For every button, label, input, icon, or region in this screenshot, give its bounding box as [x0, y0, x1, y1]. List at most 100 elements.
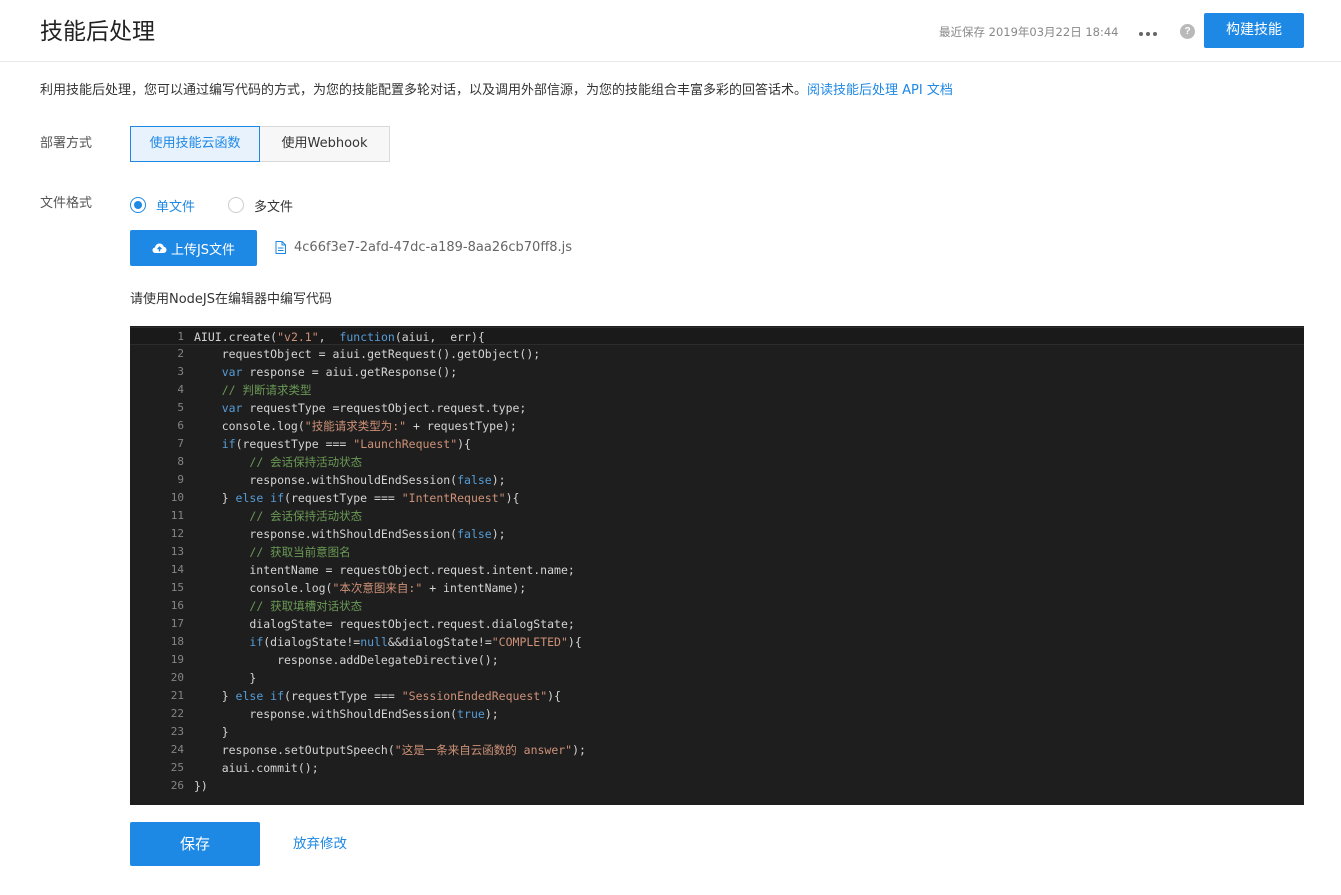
code-line[interactable]: 17 dialogState= requestObject.request.di…	[130, 615, 1304, 633]
code-text: response.withShouldEndSession(false);	[194, 527, 506, 541]
code-text: response.withShouldEndSession(false);	[194, 473, 506, 487]
line-number: 16	[170, 599, 184, 612]
line-number: 12	[170, 527, 184, 540]
code-text: } else if(requestType === "IntentRequest…	[194, 491, 520, 505]
description: 利用技能后处理，您可以通过编写代码的方式，为您的技能配置多轮对话，以及调用外部信…	[40, 82, 953, 100]
code-line[interactable]: 22 response.withShouldEndSession(true);	[130, 705, 1304, 723]
code-text: console.log("本次意图来自:" + intentName);	[194, 581, 527, 595]
line-number: 9	[177, 473, 184, 486]
code-line[interactable]: 4 // 判断请求类型	[130, 381, 1304, 399]
code-line[interactable]: 18 if(dialogState!=null&&dialogState!="C…	[130, 633, 1304, 651]
radio-checked-icon	[130, 197, 146, 213]
code-lines: 1 AIUI.create("v2.1", function(aiui, err)…	[130, 326, 1304, 795]
line-number: 4	[177, 383, 184, 396]
deploy-option-cloud-function[interactable]: 使用技能云函数	[130, 126, 260, 162]
code-line[interactable]: 12 response.withShouldEndSession(false);	[130, 525, 1304, 543]
code-line[interactable]: 13 // 获取当前意图名	[130, 543, 1304, 561]
upload-js-button[interactable]: 上传JS文件	[130, 230, 257, 266]
code-line[interactable]: 15 console.log("本次意图来自:" + intentName);	[130, 579, 1304, 597]
code-text: }	[194, 725, 229, 739]
discard-changes-link[interactable]: 放弃修改	[293, 835, 347, 853]
line-number: 5	[177, 401, 184, 414]
code-text: aiui.commit();	[194, 761, 319, 775]
radio-multi-file-label: 多文件	[254, 199, 294, 215]
code-text: var response = aiui.getResponse();	[221, 365, 458, 379]
radio-single-file-label: 单文件	[156, 199, 196, 215]
line-number: 10	[170, 491, 184, 504]
code-line[interactable]: 20 }	[130, 669, 1304, 687]
code-text: response.setOutputSpeech("这是一条来自云函数的 ans…	[194, 743, 586, 757]
code-text: // 会话保持活动状态	[249, 509, 363, 523]
code-line[interactable]: 21 } else if(requestType === "SessionEnd…	[130, 687, 1304, 705]
last-saved-text: 最近保存 2019年03月22日 18:44	[939, 25, 1119, 39]
code-text: requestObject = aiui.getRequest().getObj…	[194, 347, 541, 361]
editor-hint: 请使用NodeJS在编辑器中编写代码	[130, 292, 333, 307]
line-number: 19	[170, 653, 184, 666]
build-skill-button[interactable]: 构建技能	[1204, 13, 1304, 48]
line-number: 25	[170, 761, 184, 774]
code-text: intentName = requestObject.request.inten…	[194, 563, 575, 577]
code-line[interactable]: 26})	[130, 777, 1304, 795]
code-text: // 会话保持活动状态	[249, 455, 363, 469]
radio-single-file[interactable]: 单文件	[130, 196, 196, 215]
line-number: 24	[170, 743, 184, 756]
uploaded-file-name: 4c66f3e7-2afd-47dc-a189-8aa26cb70ff8.js	[294, 239, 573, 255]
header-bar: 技能后处理 最近保存 2019年03月22日 18:44 ? 构建技能	[0, 0, 1341, 62]
code-text: response.withShouldEndSession(true);	[194, 707, 499, 721]
code-text: if(requestType === "LaunchRequest"){	[221, 437, 471, 451]
radio-multi-file[interactable]: 多文件	[228, 196, 294, 215]
line-number: 26	[170, 779, 184, 792]
code-line[interactable]: 23 }	[130, 723, 1304, 741]
code-text: dialogState= requestObject.request.dialo…	[194, 617, 575, 631]
code-text: var requestType =requestObject.request.t…	[221, 401, 527, 415]
code-line[interactable]: 3 var response = aiui.getResponse();	[130, 363, 1304, 381]
code-text: // 判断请求类型	[221, 383, 312, 397]
api-docs-link[interactable]: 阅读技能后处理 API 文档	[807, 83, 953, 98]
code-line[interactable]: 25 aiui.commit();	[130, 759, 1304, 777]
line-number: 21	[170, 689, 184, 702]
help-icon[interactable]: ?	[1180, 24, 1195, 39]
code-line[interactable]: 19 response.addDelegateDirective();	[130, 651, 1304, 669]
line-number: 2	[177, 347, 184, 360]
code-text: }	[194, 671, 257, 685]
deploy-option-webhook[interactable]: 使用Webhook	[260, 126, 390, 162]
line-number: 15	[170, 581, 184, 594]
page-title: 技能后处理	[40, 19, 155, 45]
code-line[interactable]: 11 // 会话保持活动状态	[130, 507, 1304, 525]
cloud-upload-icon	[152, 243, 167, 253]
code-line[interactable]: 7 if(requestType === "LaunchRequest"){	[130, 435, 1304, 453]
code-line[interactable]: 6 console.log("技能请求类型为:" + requestType);	[130, 417, 1304, 435]
code-text: if(dialogState!=null&&dialogState!="COMP…	[249, 635, 582, 649]
line-number: 22	[170, 707, 184, 720]
code-editor[interactable]: 1 AIUI.create("v2.1", function(aiui, err)…	[130, 326, 1304, 805]
line-number: 7	[177, 437, 184, 450]
file-icon	[275, 240, 286, 254]
save-button[interactable]: 保存	[130, 822, 260, 866]
code-text: console.log("技能请求类型为:" + requestType);	[194, 419, 517, 433]
code-line[interactable]: 9 response.withShouldEndSession(false);	[130, 471, 1304, 489]
code-text: // 获取当前意图名	[249, 545, 351, 559]
line-number: 11	[170, 509, 184, 522]
code-line[interactable]: 8 // 会话保持活动状态	[130, 453, 1304, 471]
code-text: })	[194, 779, 208, 793]
radio-unchecked-icon	[228, 197, 244, 213]
code-line[interactable]: 16 // 获取填槽对话状态	[130, 597, 1304, 615]
upload-js-label: 上传JS文件	[170, 242, 236, 258]
line-number: 1	[177, 330, 184, 343]
uploaded-file: 4c66f3e7-2afd-47dc-a189-8aa26cb70ff8.js	[275, 238, 572, 256]
code-line[interactable]: 1 AIUI.create("v2.1", function(aiui, err)…	[130, 327, 1304, 345]
description-text: 利用技能后处理，您可以通过编写代码的方式，为您的技能配置多轮对话，以及调用外部信…	[40, 83, 808, 98]
code-text: response.addDelegateDirective();	[194, 653, 499, 667]
more-icon[interactable]	[1139, 22, 1157, 42]
file-format-label: 文件格式	[40, 196, 93, 211]
deploy-option-group: 使用技能云函数 使用Webhook	[130, 126, 390, 162]
code-line[interactable]: 2 requestObject = aiui.getRequest().getO…	[130, 345, 1304, 363]
code-line[interactable]: 14 intentName = requestObject.request.in…	[130, 561, 1304, 579]
line-number: 18	[170, 635, 184, 648]
line-number: 14	[170, 563, 184, 576]
code-line[interactable]: 10 } else if(requestType === "IntentRequ…	[130, 489, 1304, 507]
code-line[interactable]: 5 var requestType =requestObject.request…	[130, 399, 1304, 417]
line-number: 13	[170, 545, 184, 558]
code-line[interactable]: 24 response.setOutputSpeech("这是一条来自云函数的 …	[130, 741, 1304, 759]
line-number: 17	[170, 617, 184, 630]
